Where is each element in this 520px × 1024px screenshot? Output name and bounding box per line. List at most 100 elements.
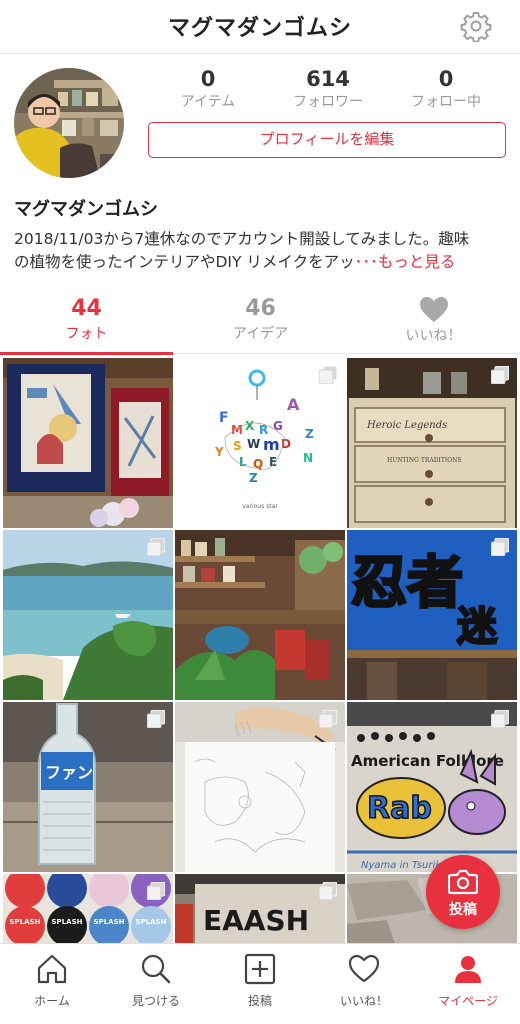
tabbar-mypage-label: マイページ [438, 994, 498, 1008]
post-fab-button[interactable]: 投稿 [426, 855, 500, 929]
svg-text:Rab: Rab [367, 791, 432, 826]
app-header: マグマダンゴムシ [0, 0, 520, 54]
multi-photo-icon [319, 710, 337, 728]
svg-text:SPLASH: SPLASH [52, 918, 83, 926]
multi-photo-icon [491, 366, 509, 384]
svg-text:American Folklore: American Folklore [351, 752, 504, 770]
photo-heroic-legends-drawer[interactable]: Heroic Legends HUNTING TRADITIONS [347, 358, 517, 528]
plus-square-icon [244, 953, 276, 985]
bio-line-1: 2018/11/03から7連休なのでアカウント開設してみました。趣味 [14, 230, 470, 248]
svg-text:Z: Z [249, 471, 258, 485]
page-title: マグマダンゴムシ [167, 16, 352, 41]
post-fab-label: 投稿 [449, 902, 477, 918]
svg-text:m: m [263, 435, 280, 454]
home-icon [37, 954, 67, 984]
stat-following[interactable]: 0 フォロー中 [386, 66, 506, 112]
photo-fanta-glass-bottle[interactable]: ファン [3, 702, 173, 872]
bottom-tab-bar: ホーム 見つける 投稿 いいね！ マイページ [0, 943, 520, 1024]
multi-photo-icon [491, 538, 509, 556]
stat-followers-count: 614 [306, 67, 350, 91]
stat-items-label: アイテム [180, 94, 236, 110]
tabbar-discover-label: 見つける [131, 994, 180, 1008]
multi-photo-icon [147, 882, 165, 900]
heart-outline-icon [348, 954, 380, 983]
photo-cafe-interior-plants[interactable] [175, 530, 345, 700]
tabbar-home-label: ホーム [34, 994, 70, 1008]
svg-text:L: L [239, 455, 247, 469]
stat-items-count: 0 [200, 67, 216, 91]
tabbar-discover[interactable]: 見つける [104, 952, 208, 1018]
gear-icon[interactable] [460, 10, 492, 42]
tabbar-likes-label: いいね！ [339, 994, 388, 1008]
svg-text:F: F [219, 410, 229, 426]
svg-text:E: E [269, 455, 277, 469]
svg-text:S: S [233, 439, 242, 453]
tabbar-post[interactable]: 投稿 [208, 952, 312, 1018]
stat-followers-label: フォロワー [293, 94, 363, 110]
profile-bio: 2018/11/03から7連休なのでアカウント開設してみました。趣味 の植物を使… [14, 228, 510, 274]
tab-photos-label: フォト [65, 326, 108, 342]
tab-ideas-count: 46 [245, 296, 276, 321]
various-star-caption: various star [242, 503, 278, 510]
stat-following-count: 0 [438, 67, 454, 91]
bio-line-2: の植物を使ったインテリアやDIY リメイクをアッ･･･もっと見る [14, 251, 510, 274]
svg-text:HUNTING TRADITIONS: HUNTING TRADITIONS [387, 457, 462, 464]
stat-items[interactable]: 0 アイテム [148, 66, 268, 112]
photo-various-star-graphic[interactable]: F A Z Y N M X R G S W m D L Q E Z variou… [175, 358, 345, 528]
photo-american-folklore-rabbit-graffiti[interactable]: American Folklore Rab Nyama in Tsurikami [347, 702, 517, 872]
tab-likes-label: いいね！ [405, 328, 462, 344]
tab-likes[interactable]: いいね！ [347, 292, 520, 354]
tab-photos[interactable]: 44 フォト [0, 292, 173, 355]
tabbar-home[interactable]: ホーム [0, 952, 104, 1018]
bio-line-2-text: の植物を使ったインテリアやDIY リメイクをアッ [14, 253, 355, 271]
svg-text:D: D [281, 437, 291, 451]
photo-beach-bay-landscape[interactable] [3, 530, 173, 700]
person-icon [455, 956, 481, 983]
svg-text:Z: Z [305, 427, 314, 441]
svg-text:SPLASH: SPLASH [94, 918, 125, 926]
photo-graffiti-wall[interactable]: EAASH [175, 874, 345, 943]
svg-text:SPLASH: SPLASH [136, 918, 167, 926]
edit-profile-button[interactable]: プロフィールを編集 [148, 122, 506, 158]
svg-text:ファン: ファン [45, 763, 93, 782]
multi-photo-icon [319, 882, 337, 900]
multi-photo-icon [147, 538, 165, 556]
svg-text:G: G [273, 419, 283, 433]
tabbar-post-label: 投稿 [247, 994, 272, 1008]
tabbar-likes[interactable]: いいね！ [312, 952, 416, 1018]
tab-ideas-label: アイデア [232, 326, 289, 342]
photo-pencil-sketch-drawing[interactable] [175, 702, 345, 872]
photo-ninja-maze-sign[interactable]: 忍者 迷 [347, 530, 517, 700]
photo-grid: F A Z Y N M X R G S W m D L Q E Z variou… [0, 355, 520, 943]
svg-text:SPLASH: SPLASH [10, 918, 41, 926]
svg-text:X: X [245, 419, 255, 433]
stat-following-label: フォロー中 [411, 94, 481, 110]
tab-photos-count: 44 [71, 296, 102, 321]
profile-stats: 0 アイテム 614 フォロワー 0 フォロー中 [148, 66, 506, 116]
more-link[interactable]: ･･･もっと見る [355, 253, 456, 271]
svg-text:M: M [231, 423, 243, 437]
svg-text:N: N [303, 451, 313, 465]
camera-icon [448, 869, 478, 895]
search-icon [141, 954, 171, 984]
svg-text:Q: Q [253, 457, 263, 471]
svg-text:A: A [287, 395, 300, 414]
profile-name: マグマダンゴムシ [14, 199, 158, 220]
svg-text:忍者: 忍者 [351, 551, 463, 616]
svg-text:Heroic Legends: Heroic Legends [366, 420, 447, 431]
stat-followers[interactable]: 614 フォロワー [268, 66, 388, 112]
multi-photo-icon [319, 366, 337, 384]
svg-text:EAASH: EAASH [203, 904, 309, 937]
photo-framed-alice-art[interactable] [3, 358, 173, 528]
svg-text:Y: Y [214, 445, 224, 459]
avatar[interactable] [14, 68, 124, 178]
tab-ideas[interactable]: 46 アイデア [174, 292, 347, 354]
svg-text:迷: 迷 [457, 604, 498, 650]
profile-tabs: 44 フォト 46 アイデア いいね！ [0, 292, 520, 355]
photo-splash-coasters[interactable]: SPLASH SPLASH SPLASH SPLASH [3, 874, 173, 943]
heart-icon [419, 297, 448, 322]
multi-photo-icon [491, 710, 509, 728]
tabbar-mypage[interactable]: マイページ [416, 952, 520, 1018]
svg-text:W: W [247, 437, 260, 451]
multi-photo-icon [147, 710, 165, 728]
